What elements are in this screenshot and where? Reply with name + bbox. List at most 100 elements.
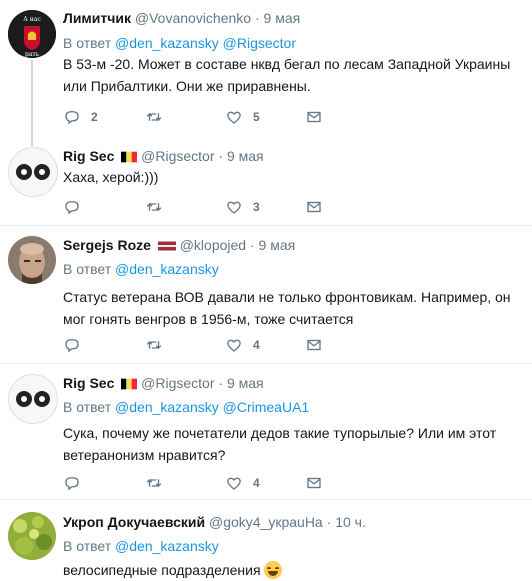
dot-separator: ·	[218, 375, 224, 391]
avatar-image	[9, 148, 57, 196]
dm-button[interactable]	[305, 108, 323, 126]
like-count: 4	[253, 338, 260, 352]
reply-icon	[65, 201, 79, 215]
like-button[interactable]: 5	[225, 108, 260, 126]
reply-context: В ответ @den_kazansky	[63, 260, 219, 278]
avatar-image	[8, 512, 56, 560]
dot-separator: ·	[326, 514, 332, 530]
mention-link[interactable]: @den_kazansky	[115, 261, 219, 277]
reply-icon	[65, 477, 79, 491]
tweet-actions: 4	[63, 336, 363, 356]
author-name[interactable]: Rig Sec	[63, 375, 114, 391]
tweet-actions: 4	[63, 474, 363, 494]
tweet-time[interactable]: 9 мая	[264, 10, 301, 26]
reply-icon	[65, 339, 79, 353]
avatar-image: А нас рать	[8, 10, 56, 58]
retweet-button[interactable]	[145, 474, 173, 492]
avatar[interactable]	[8, 512, 56, 560]
author-handle[interactable]: @Rigsector	[141, 148, 214, 164]
dm-button[interactable]	[305, 198, 323, 216]
reply-button[interactable]	[63, 336, 91, 354]
tweet-actions: 2 5	[63, 108, 363, 128]
avatar-text-top: А нас	[23, 16, 41, 23]
like-button[interactable]: 3	[225, 198, 260, 216]
tweet-header: Sergejs Roze @klopojed · 9 мая	[63, 236, 295, 254]
like-count: 5	[253, 110, 260, 124]
tweet-time[interactable]: 10 ч.	[335, 514, 366, 530]
tweet-header: Лимитчик @Vovanovichenko · 9 мая	[63, 9, 300, 27]
heart-icon	[227, 477, 241, 490]
tweet-time[interactable]: 9 мая	[259, 237, 296, 253]
tweet-time[interactable]: 9 мая	[227, 148, 264, 164]
author-handle[interactable]: @Rigsector	[141, 375, 214, 391]
reply-button[interactable]	[63, 198, 91, 216]
reply-prefix: В ответ	[63, 399, 112, 415]
retweet-button[interactable]	[145, 336, 173, 354]
tweet-text: Хаха, херой:)))	[63, 169, 159, 185]
tweet-header: Rig Sec @Rigsector · 9 мая	[63, 374, 264, 392]
tweet-text: Сука, почему же почетатели дедов такие т…	[63, 425, 497, 463]
reply-context: В ответ @den_kazansky @CrimeaUA1	[63, 398, 309, 416]
dot-separator: ·	[249, 237, 255, 253]
reply-prefix: В ответ	[63, 538, 112, 554]
avatar-image	[8, 236, 56, 284]
reply-prefix: В ответ	[63, 261, 112, 277]
like-count: 4	[253, 476, 260, 490]
reply-icon	[65, 111, 79, 125]
author-name[interactable]: Sergejs Roze	[63, 237, 151, 253]
tweet-4[interactable]: Rig Sec @Rigsector · 9 мая В ответ @den_…	[0, 364, 532, 500]
mention-link[interactable]: @den_kazansky	[115, 35, 219, 51]
reply-context: В ответ @den_kazansky	[63, 537, 219, 555]
reply-count: 2	[91, 110, 98, 124]
tweet-3[interactable]: Sergejs Roze @klopojed · 9 мая В ответ @…	[0, 226, 532, 364]
tweet-1[interactable]: А нас рать Лимитчик @Vovanovichenko · 9 …	[0, 0, 532, 140]
author-handle[interactable]: @goky4_украuHa	[209, 514, 323, 530]
dm-button[interactable]	[305, 474, 323, 492]
grinning-face-icon	[264, 561, 283, 579]
tweet-text-row: велосипедные подразделения	[63, 559, 525, 581]
belgium-flag-icon	[121, 378, 138, 390]
thread-line	[31, 138, 33, 146]
mention-link[interactable]: @Rigsector	[223, 35, 296, 51]
dot-separator: ·	[254, 10, 260, 26]
retweet-icon	[146, 113, 162, 121]
dm-button[interactable]	[305, 336, 323, 354]
reply-context: В ответ @den_kazansky @Rigsector	[63, 34, 296, 52]
thread-line	[31, 60, 33, 140]
author-name[interactable]: Лимитчик	[63, 10, 131, 26]
like-button[interactable]: 4	[225, 336, 260, 354]
author-handle[interactable]: @klopojed	[180, 237, 246, 253]
tweet-header: Rig Sec @Rigsector · 9 мая	[63, 147, 264, 165]
avatar-text-bottom: рать	[25, 51, 40, 58]
heart-icon	[227, 339, 241, 352]
retweet-button[interactable]	[145, 108, 173, 126]
avatar[interactable]	[8, 236, 56, 284]
avatar[interactable]	[8, 374, 58, 424]
envelope-icon	[307, 477, 321, 489]
avatar[interactable]: А нас рать	[8, 10, 56, 58]
tweet-text: Статус ветерана ВОВ давали не только фро…	[63, 289, 511, 327]
like-button[interactable]: 4	[225, 474, 260, 492]
reply-prefix: В ответ	[63, 35, 112, 51]
retweet-icon	[146, 203, 162, 211]
tweet-2[interactable]: Rig Sec @Rigsector · 9 мая Хаха, херой:)…	[0, 138, 532, 226]
author-name[interactable]: Укроп Докучаевский	[63, 514, 205, 530]
heart-icon	[227, 201, 241, 214]
dot-separator: ·	[218, 148, 224, 164]
envelope-icon	[307, 339, 321, 351]
mention-link[interactable]: @den_kazansky	[115, 399, 219, 415]
mention-link[interactable]: @CrimeaUA1	[223, 399, 310, 415]
like-count: 3	[253, 200, 260, 214]
author-name[interactable]: Rig Sec	[63, 148, 114, 164]
reply-button[interactable]	[63, 474, 91, 492]
envelope-icon	[307, 111, 321, 123]
tweet-header: Укроп Докучаевский @goky4_украuHa · 10 ч…	[63, 513, 366, 531]
mention-link[interactable]: @den_kazansky	[115, 538, 219, 554]
avatar-image	[9, 375, 57, 423]
retweet-button[interactable]	[145, 198, 173, 216]
tweet-time[interactable]: 9 мая	[227, 375, 264, 391]
author-handle[interactable]: @Vovanovichenko	[135, 10, 251, 26]
avatar[interactable]	[8, 147, 58, 197]
tweet-5[interactable]: Укроп Докучаевский @goky4_украuHa · 10 ч…	[0, 500, 532, 579]
reply-button[interactable]: 2	[63, 108, 98, 126]
